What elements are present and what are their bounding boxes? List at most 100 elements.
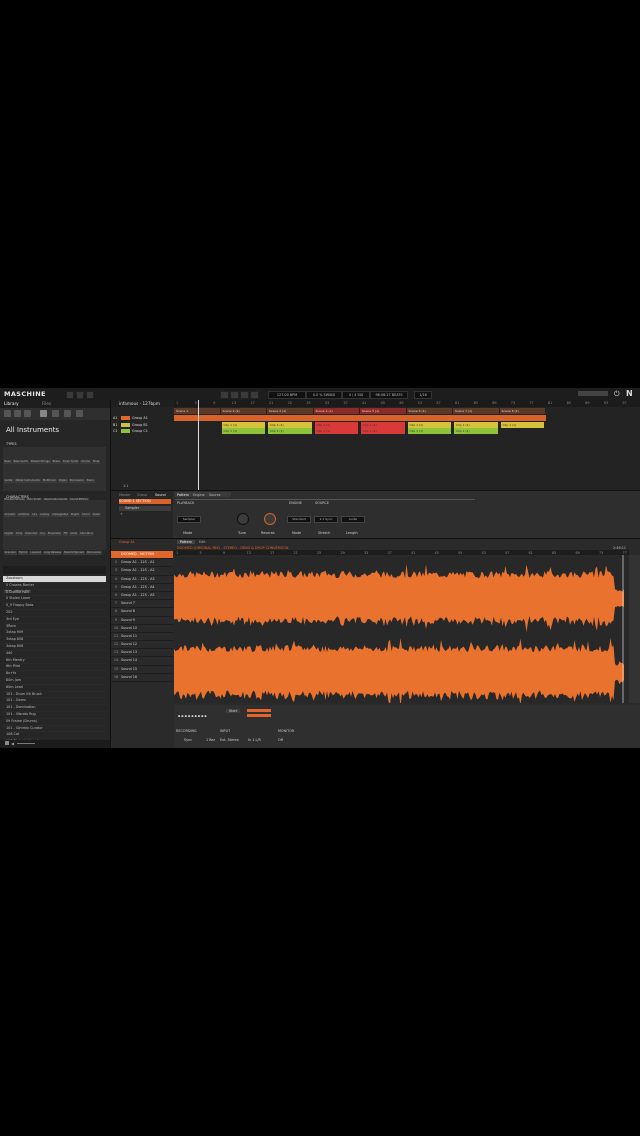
file-list-item[interactable]: 6th Pilot (3, 664, 106, 672)
file-list-item[interactable]: 0_9 Floppy Bass (3, 603, 106, 610)
type-tag[interactable]: Percussion (68, 479, 85, 483)
reverse-knob[interactable] (264, 513, 276, 525)
browser-heading[interactable]: All Instruments (6, 426, 59, 434)
tempo-display[interactable]: 127.00 BPM (268, 390, 306, 399)
scene-header[interactable]: Scene 6 (1) (406, 408, 453, 414)
character-tag[interactable]: Melodic/Spread (63, 551, 86, 555)
sound-slot[interactable]: 9 Sound 9 (111, 617, 173, 625)
clip[interactable]: Clip 1 (1) (407, 428, 452, 434)
plugin-sampler[interactable]: Sampler (119, 506, 171, 511)
prehear-volume-slider[interactable] (17, 743, 35, 744)
search-field[interactable] (3, 566, 106, 574)
type-tag[interactable]: Flute (91, 460, 101, 464)
scene-header[interactable]: Scene 5 (1) (360, 408, 407, 414)
character-tag[interactable]: Granular (3, 551, 17, 555)
sound-slot[interactable]: 15 Sound 15 (111, 666, 173, 674)
restart-button[interactable] (220, 390, 229, 399)
grid-icon[interactable] (86, 390, 94, 399)
type-tag[interactable]: Guitar (3, 479, 14, 483)
sound-icon[interactable] (24, 410, 31, 417)
sound-slot[interactable]: 4 Group A1 - 12S - A3 (111, 576, 173, 584)
file-list-item[interactable]: 3rd Eye (3, 617, 106, 624)
clip[interactable]: Clip 1 (1) (361, 421, 406, 428)
clip[interactable]: Clip 1 (1) (454, 421, 499, 428)
rec-mode-value[interactable]: Sync (184, 738, 192, 742)
group-icon[interactable] (14, 410, 21, 417)
file-list-item[interactable]: 101 - Domination (3, 705, 106, 712)
file-list-item[interactable]: 108 Cat (3, 732, 106, 740)
group-row[interactable]: B1 Group B1 (111, 422, 173, 428)
tab-source[interactable]: Source (209, 493, 221, 497)
character-tag[interactable]: Additive (17, 513, 31, 517)
effect-icon[interactable] (52, 410, 59, 417)
scene-header[interactable]: Scene 7 (1) (453, 408, 500, 414)
character-tag[interactable]: Long Release (42, 551, 63, 555)
sound-slot[interactable]: 6 Group A1 - 12S - A5 (111, 592, 173, 601)
type-tag[interactable]: Mallet Instruments (14, 479, 41, 483)
file-list-item[interactable]: 101 - Gears (3, 698, 106, 706)
tab-sound[interactable]: Sound (155, 493, 166, 497)
length-value[interactable]: Audio (341, 516, 365, 523)
file-list-item[interactable]: 3xtap 606 (3, 644, 106, 651)
project-name[interactable]: infamous - 127bpm (119, 401, 160, 406)
clip[interactable]: Clip 1 (1) (500, 421, 545, 428)
group-a1-lane[interactable] (174, 415, 546, 421)
signature-display[interactable]: 4 / 4 SIG (342, 390, 370, 399)
tab-group[interactable]: Group (137, 493, 147, 497)
engine-mode-value[interactable]: Standard (287, 516, 311, 523)
file-list-item[interactable]: 8Sm Jam (3, 678, 106, 685)
sound-slot[interactable]: 8 Sound 8 (111, 608, 173, 617)
type-tag[interactable]: Multitrack (41, 479, 57, 483)
monitor-value[interactable]: Off (278, 738, 283, 742)
tab-library[interactable]: Library (4, 401, 19, 406)
clip[interactable]: Clip 1 (1) (268, 421, 313, 428)
character-tag[interactable]: Percussive (86, 551, 102, 555)
grid-display[interactable]: 1/16 (414, 390, 432, 399)
scene-header[interactable]: Scene 2 (1) (220, 408, 267, 414)
file-list-item[interactable]: 4d0 (3, 651, 106, 658)
type-tag[interactable]: Brass (51, 460, 61, 464)
type-tag[interactable]: Bowed Strings (29, 460, 51, 464)
file-list-item[interactable]: 3xtap 909 (3, 630, 106, 638)
loop-button[interactable] (250, 390, 259, 399)
clip[interactable]: Clip 1 (1) (221, 428, 266, 434)
clip[interactable]: Clip 1 (1) (454, 428, 499, 434)
tab-files[interactable]: Files (42, 401, 51, 406)
character-tag[interactable]: FM (62, 532, 69, 536)
type-tag[interactable]: Organ (57, 479, 68, 483)
file-list-item[interactable]: 3Rem (3, 624, 106, 631)
file-list-item[interactable]: 6th Mentry (3, 658, 106, 665)
file-list-item[interactable]: 101 - Gimmix Curator (3, 726, 106, 733)
type-tag[interactable]: Bass (3, 460, 12, 464)
loop-icon[interactable] (64, 410, 71, 417)
character-tag[interactable]: Airy (31, 513, 39, 517)
file-list-item[interactable]: 0 Dunkie Rod (3, 590, 106, 597)
clip[interactable]: Clip 1 (1) (314, 428, 359, 434)
sample-icon[interactable] (4, 410, 11, 417)
sound-slot[interactable]: 16 Sound 16 (111, 674, 173, 682)
search-icon[interactable] (76, 390, 84, 399)
power-icon[interactable]: ⏻ (614, 390, 620, 399)
mode-value[interactable]: Sampler (177, 516, 201, 523)
type-tag[interactable]: Piano (85, 479, 95, 483)
file-list-item[interactable]: 3xtap 808 (3, 637, 106, 644)
character-tag[interactable]: Dirty (14, 532, 24, 536)
type-tag[interactable]: Bass Synth (12, 460, 29, 464)
file-list-item[interactable]: 202 (3, 610, 106, 617)
type-tag[interactable]: Drums (80, 460, 91, 464)
waveform-view[interactable] (174, 555, 629, 707)
type-tag[interactable]: Drum Synth (61, 460, 80, 464)
input-source-value[interactable]: Ext. Stereo (220, 738, 239, 742)
sound-slot[interactable]: 11 Sound 11 (111, 633, 173, 642)
scene-header[interactable]: Scene 4 (1) (313, 408, 360, 414)
character-tag[interactable]: Acoustic (3, 513, 17, 517)
file-list-item[interactable]: 09 Frame (Drums) (3, 719, 106, 726)
rec-length-value[interactable]: 1 Bar (206, 738, 215, 742)
tab-pattern[interactable]: Pattern (177, 540, 196, 544)
file-list-item[interactable]: 101 - Vibrato Rug (3, 712, 106, 719)
sound-slot[interactable]: 7 Sound 7 (111, 600, 173, 609)
menu-icon[interactable] (66, 390, 74, 399)
scene-header[interactable]: Scene 8 (1) (499, 408, 546, 414)
prehear-icon[interactable] (5, 741, 9, 745)
file-list-item[interactable]: 0 Crowns Banter (3, 583, 106, 590)
